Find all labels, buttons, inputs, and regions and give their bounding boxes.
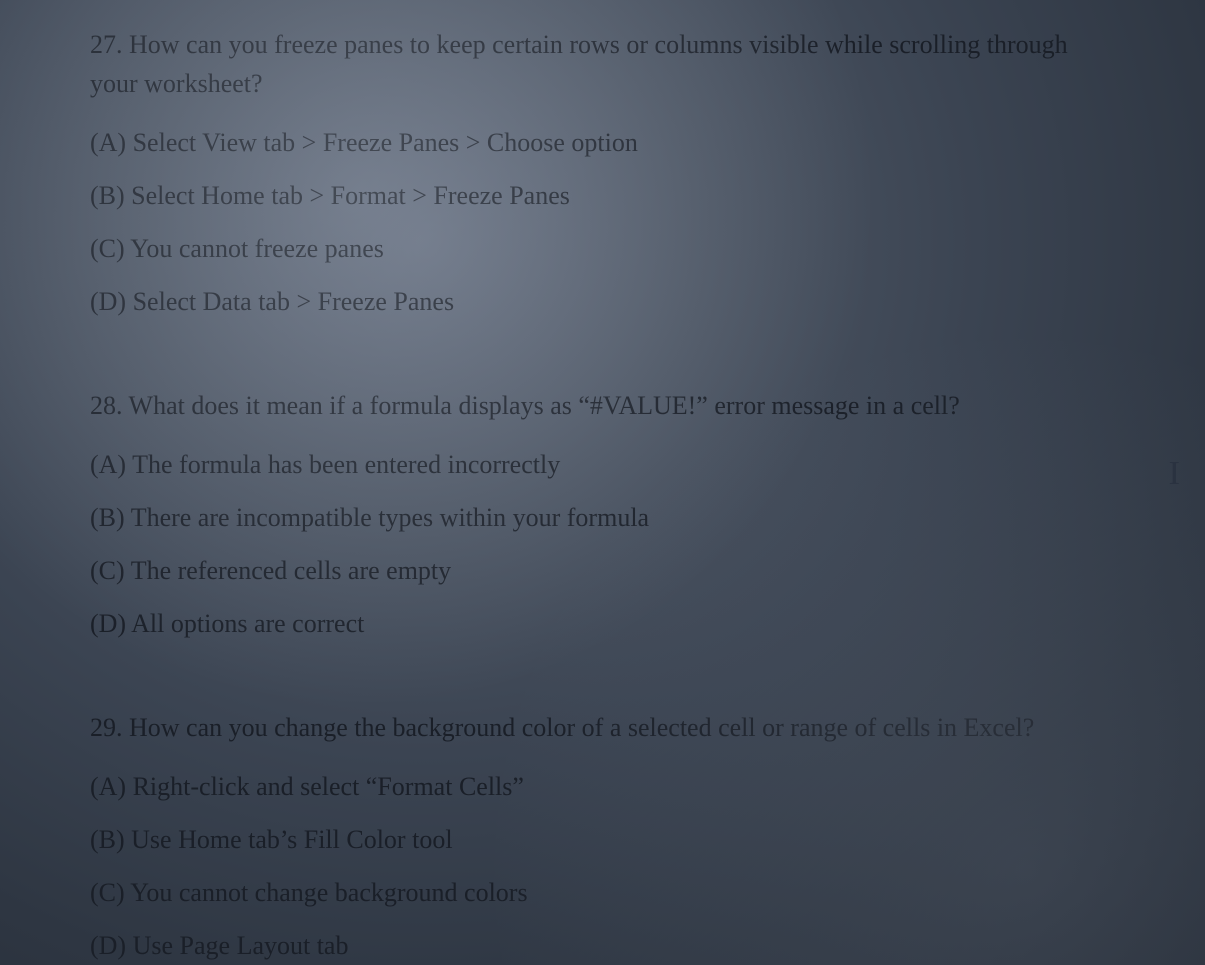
question-29-body: How can you change the background color … — [129, 713, 1034, 742]
text-cursor-icon: I — [1169, 455, 1180, 493]
question-28-option-d: (D) All options are correct — [90, 604, 1115, 643]
question-29-option-a: (A) Right-click and select “Format Cells… — [90, 767, 1115, 806]
question-28-number: 28. — [90, 391, 123, 420]
question-28-option-b: (B) There are incompatible types within … — [90, 498, 1115, 537]
question-29-option-b: (B) Use Home tab’s Fill Color tool — [90, 820, 1115, 859]
question-29: 29. How can you change the background co… — [90, 708, 1115, 965]
question-27-option-a: (A) Select View tab > Freeze Panes > Cho… — [90, 123, 1115, 162]
question-28-option-c: (C) The referenced cells are empty — [90, 551, 1115, 590]
question-28-text: 28. What does it mean if a formula displ… — [90, 386, 1115, 425]
question-29-option-d: (D) Use Page Layout tab — [90, 926, 1115, 965]
question-27-option-b: (B) Select Home tab > Format > Freeze Pa… — [90, 176, 1115, 215]
question-29-option-c: (C) You cannot change background colors — [90, 873, 1115, 912]
question-28-option-a: (A) The formula has been entered incorre… — [90, 445, 1115, 484]
question-27-option-d: (D) Select Data tab > Freeze Panes — [90, 282, 1115, 321]
question-27-option-c: (C) You cannot freeze panes — [90, 229, 1115, 268]
question-27: 27. How can you freeze panes to keep cer… — [90, 25, 1115, 321]
question-27-number: 27. — [90, 30, 123, 59]
question-28: 28. What does it mean if a formula displ… — [90, 386, 1115, 643]
question-29-number: 29. — [90, 713, 123, 742]
question-27-body: How can you freeze panes to keep certain… — [90, 30, 1068, 98]
question-28-body: What does it mean if a formula displays … — [129, 391, 960, 420]
question-29-text: 29. How can you change the background co… — [90, 708, 1115, 747]
question-27-text: 27. How can you freeze panes to keep cer… — [90, 25, 1115, 103]
